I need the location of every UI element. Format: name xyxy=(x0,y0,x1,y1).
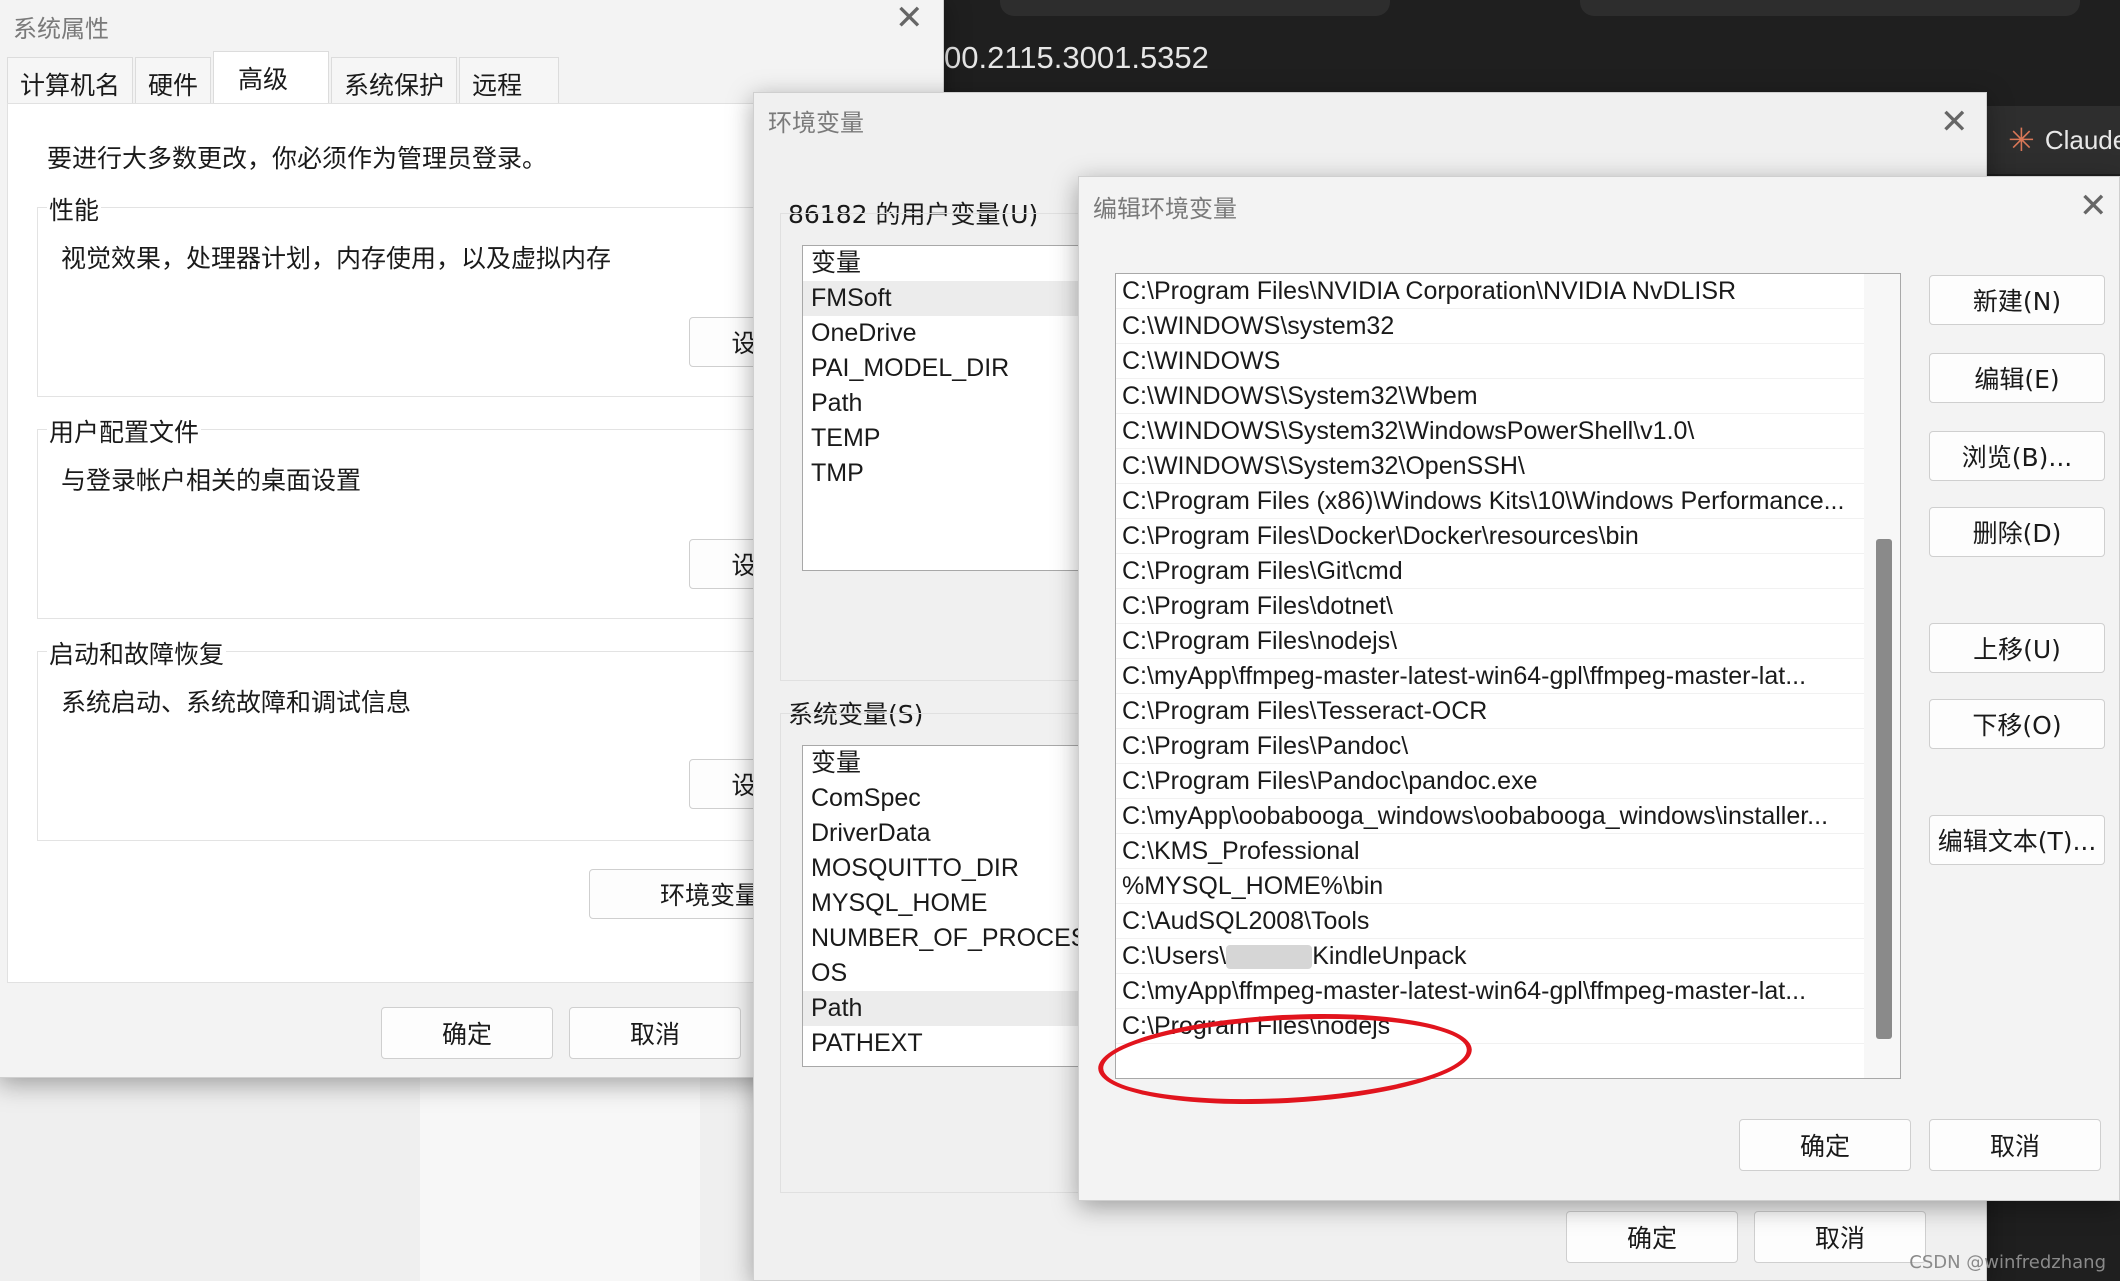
close-icon[interactable]: ✕ xyxy=(1940,105,1969,139)
user-variables-list[interactable]: 变量 FMSoft OneDrive PAI_MODEL_DIR Path TE… xyxy=(802,245,1122,571)
performance-description: 视觉效果，处理器计划，内存使用，以及虚拟内存 xyxy=(61,244,612,273)
list-item[interactable]: NUMBER_OF_PROCESS xyxy=(803,921,1121,956)
ok-button[interactable]: 确定 xyxy=(1739,1119,1911,1171)
new-button[interactable]: 新建(N) xyxy=(1929,275,2105,325)
path-entry[interactable]: C:\myApp\ffmpeg-master-latest-win64-gpl\… xyxy=(1116,974,1864,1009)
path-entry[interactable]: C:\WINDOWS\System32\WindowsPowerShell\v1… xyxy=(1116,414,1864,449)
path-entry[interactable]: C:\Program Files\Tesseract-OCR xyxy=(1116,694,1864,729)
list-item[interactable]: MYSQL_HOME xyxy=(803,886,1121,921)
path-suffix: KindleUnpack xyxy=(1312,942,1467,970)
edit-button[interactable]: 编辑(E) xyxy=(1929,353,2105,403)
admin-note: 要进行大多数更改，你必须作为管理员登录。 xyxy=(47,144,548,173)
system-variables-list[interactable]: 变量 ComSpec DriverData MOSQUITTO_DIR MYSQ… xyxy=(802,745,1122,1067)
edit-text-button[interactable]: 编辑文本(T)... xyxy=(1929,815,2105,865)
window-title: 编辑环境变量 xyxy=(1093,195,1237,223)
user-profiles-description: 与登录帐户相关的桌面设置 xyxy=(61,466,362,495)
column-header-variable[interactable]: 变量 xyxy=(803,246,1121,281)
close-icon[interactable]: ✕ xyxy=(2079,189,2108,223)
cancel-button[interactable]: 取消 xyxy=(1929,1119,2101,1171)
move-down-button[interactable]: 下移(O) xyxy=(1929,699,2105,749)
list-item[interactable]: FMSoft xyxy=(803,281,1121,316)
path-entry[interactable]: C:\Program Files\Git\cmd xyxy=(1116,554,1864,589)
list-item[interactable]: OneDrive xyxy=(803,316,1121,351)
window-title: 环境变量 xyxy=(768,109,864,137)
path-entry[interactable]: C:\AudSQL2008\Tools xyxy=(1116,904,1864,939)
path-entry[interactable]: C:\WINDOWS xyxy=(1116,344,1864,379)
background-panel xyxy=(420,1075,700,1281)
background-tab xyxy=(1000,0,1390,16)
path-entry[interactable]: C:\Program Files (x86)\Windows Kits\10\W… xyxy=(1116,484,1864,519)
tab-computer-name[interactable]: 计算机名 xyxy=(7,57,134,105)
path-entry[interactable]: C:\myApp\oobabooga_windows\oobabooga_win… xyxy=(1116,799,1864,834)
list-item[interactable]: TEMP xyxy=(803,421,1121,456)
scrollbar[interactable] xyxy=(1864,274,1900,1078)
path-list[interactable]: C:\Program Files\NVIDIA Corporation\NVID… xyxy=(1115,273,1901,1079)
watermark: CSDN @winfredzhang xyxy=(1909,1252,2106,1273)
list-item[interactable]: Path xyxy=(803,991,1121,1026)
tab-system-protection[interactable]: 系统保护 xyxy=(331,57,458,105)
list-item[interactable]: Path xyxy=(803,386,1121,421)
browse-button[interactable]: 浏览(B)... xyxy=(1929,431,2105,481)
tab-remote[interactable]: 远程 xyxy=(459,57,560,105)
column-header-variable[interactable]: 变量 xyxy=(803,746,1121,781)
path-entry[interactable]: %MYSQL_HOME%\bin xyxy=(1116,869,1864,904)
performance-legend: 性能 xyxy=(47,191,102,227)
list-item[interactable]: OS xyxy=(803,956,1121,991)
list-item[interactable]: PATHEXT xyxy=(803,1026,1121,1061)
claude-tab-label: Claude xyxy=(2044,124,2120,155)
window-title: 系统属性 xyxy=(13,15,109,43)
path-prefix: C:\Users\ xyxy=(1122,942,1227,970)
redaction-block xyxy=(1226,945,1313,970)
scrollbar-thumb[interactable] xyxy=(1876,539,1892,1039)
startup-recovery-description: 系统启动、系统故障和调试信息 xyxy=(61,688,412,717)
tab-advanced[interactable]: 高级 xyxy=(213,51,330,107)
tab-bar: 计算机名 硬件 高级 系统保护 远程 xyxy=(7,51,561,107)
user-profiles-legend: 用户配置文件 xyxy=(47,413,202,449)
path-entry[interactable]: C:\WINDOWS\System32\OpenSSH\ xyxy=(1116,449,1864,484)
tab-hardware[interactable]: 硬件 xyxy=(135,57,212,105)
path-entry[interactable]: C:\myApp\ffmpeg-master-latest-win64-gpl\… xyxy=(1116,659,1864,694)
claude-logo-icon: ✳ xyxy=(2008,122,2035,158)
startup-recovery-legend: 启动和故障恢复 xyxy=(47,635,227,671)
path-entry[interactable]: C:\Program Files\Pandoc\pandoc.exe xyxy=(1116,764,1864,799)
list-item[interactable]: MOSQUITTO_DIR xyxy=(803,851,1121,886)
path-entry[interactable]: C:\Program Files\dotnet\ xyxy=(1116,589,1864,624)
path-entry[interactable]: C:\KMS_Professional xyxy=(1116,834,1864,869)
path-entry[interactable]: C:\WINDOWS\System32\Wbem xyxy=(1116,379,1864,414)
list-item[interactable]: PAI_MODEL_DIR xyxy=(803,351,1121,386)
path-entry-redacted[interactable]: C:\Users\ KindleUnpack xyxy=(1116,939,1864,974)
list-item[interactable]: ComSpec xyxy=(803,781,1121,816)
list-item[interactable]: TMP xyxy=(803,456,1121,491)
path-entry[interactable]: C:\Program Files\NVIDIA Corporation\NVID… xyxy=(1116,274,1864,309)
delete-button[interactable]: 删除(D) xyxy=(1929,507,2105,557)
cancel-button[interactable]: 取消 xyxy=(1754,1211,1926,1263)
claude-tab[interactable]: ✳ Claude xyxy=(1986,106,2120,174)
path-entry[interactable]: C:\Program Files\nodejs\ xyxy=(1116,624,1864,659)
list-item[interactable]: DriverData xyxy=(803,816,1121,851)
move-up-button[interactable]: 上移(U) xyxy=(1929,623,2105,673)
cancel-button[interactable]: 取消 xyxy=(569,1007,741,1059)
ok-button[interactable]: 确定 xyxy=(1566,1211,1738,1263)
path-entry[interactable]: C:\Program Files\Pandoc\ xyxy=(1116,729,1864,764)
background-tab xyxy=(1580,0,2080,16)
version-text: 00.2115.3001.5352 xyxy=(944,40,1209,75)
path-entry[interactable]: C:\Program Files\Docker\Docker\resources… xyxy=(1116,519,1864,554)
ok-button[interactable]: 确定 xyxy=(381,1007,553,1059)
close-icon[interactable]: ✕ xyxy=(895,1,924,35)
path-entry[interactable]: C:\WINDOWS\system32 xyxy=(1116,309,1864,344)
